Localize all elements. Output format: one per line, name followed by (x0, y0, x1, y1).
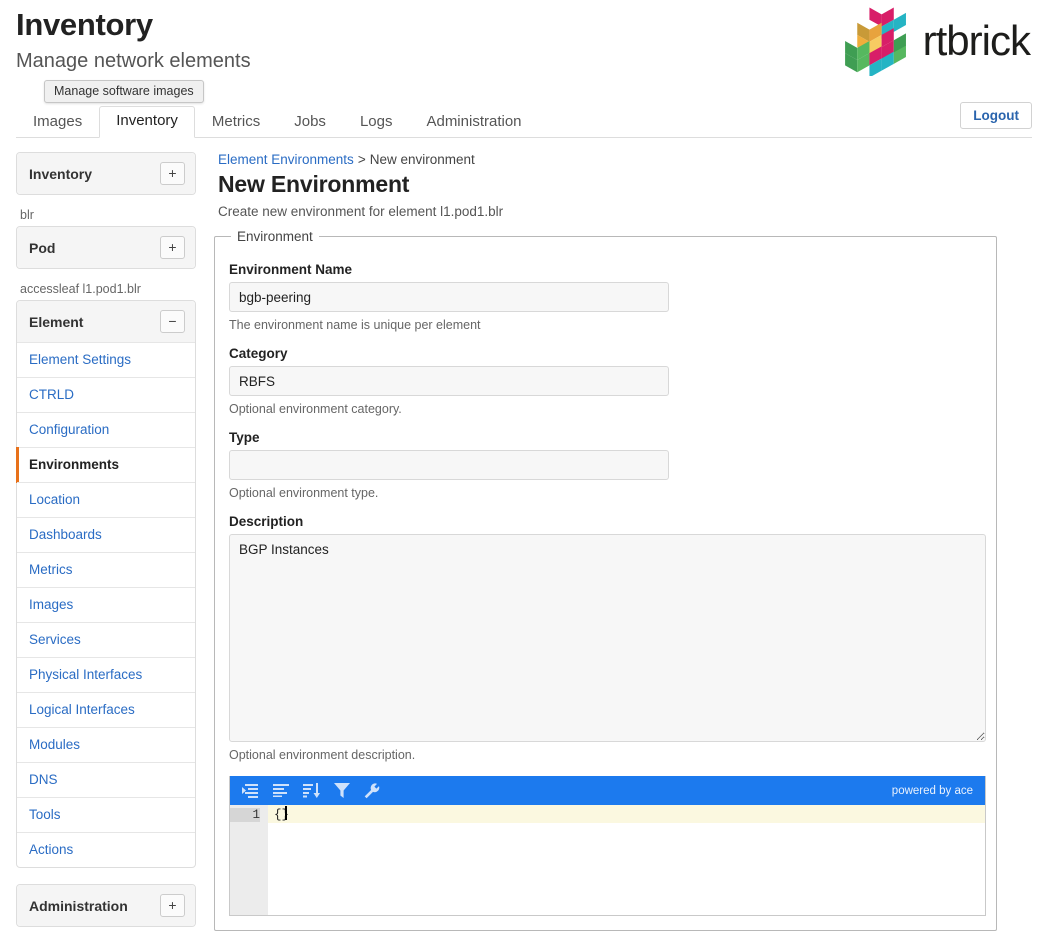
sidebar-item-images[interactable]: Images (17, 587, 195, 622)
plus-icon-administration[interactable]: + (160, 894, 185, 917)
element-panel-title: Element (29, 313, 84, 330)
sidebar-item-dashboards[interactable]: Dashboards (17, 517, 195, 552)
pod-group-label: blr (20, 208, 34, 222)
main-content: Element Environments > New environment New… (214, 152, 1032, 931)
description-label: Description (229, 514, 304, 529)
logout-button[interactable]: Logout (960, 102, 1032, 129)
field-category: Category Optional environment category. (229, 346, 982, 416)
environment-fieldset-legend: Environment (237, 229, 313, 244)
ace-line-number-1: 1 (230, 808, 260, 822)
ace-line-1[interactable]: {} (268, 805, 985, 823)
inventory-panel-title: Inventory (29, 165, 93, 182)
brand-logo: rtbrick (835, 6, 1031, 76)
sidebar-item-configuration[interactable]: Configuration (17, 412, 195, 447)
sidebar-item-services[interactable]: Services (17, 622, 195, 657)
ace-toolbar: powered by ace (230, 776, 985, 805)
align-left-icon[interactable] (273, 784, 289, 797)
images-tab-tooltip: Manage software images (44, 80, 204, 103)
ace-code-area[interactable]: {} (268, 805, 985, 915)
description-textarea[interactable] (229, 534, 986, 742)
environment-name-input[interactable] (229, 282, 669, 312)
sidebar-panel-pod: Pod + (16, 226, 196, 269)
sidebar-panel-administration: Administration + (16, 884, 196, 927)
plus-icon-inventory[interactable]: + (160, 162, 185, 185)
category-hint: Optional environment category. (229, 402, 402, 416)
wrench-icon[interactable] (364, 782, 380, 799)
type-hint: Optional environment type. (229, 486, 379, 500)
ace-body[interactable]: 1 {} (230, 805, 985, 915)
breadcrumb-link-element-environments[interactable]: Element Environments (218, 152, 354, 167)
category-input[interactable] (229, 366, 669, 396)
sidebar-item-logical-interfaces[interactable]: Logical Interfaces (17, 692, 195, 727)
pod-panel-title: Pod (29, 239, 56, 256)
sidebar-item-physical-interfaces[interactable]: Physical Interfaces (17, 657, 195, 692)
sidebar-item-metrics[interactable]: Metrics (17, 552, 195, 587)
sidebar-item-ctrld[interactable]: CTRLD (17, 377, 195, 412)
ace-powered-by-label: powered by ace (891, 784, 973, 797)
category-label: Category (229, 346, 288, 361)
environment-name-hint: The environment name is unique per eleme… (229, 318, 481, 332)
sidebar: Inventory + blr Pod + accessleaf l1.pod1… (16, 152, 196, 931)
sidebar-item-modules[interactable]: Modules (17, 727, 195, 762)
sidebar-item-tools[interactable]: Tools (17, 797, 195, 832)
sidebar-item-element-settings[interactable]: Element Settings (17, 342, 195, 377)
tab-logs[interactable]: Logs (343, 107, 410, 138)
rtbrick-logo-icon (844, 7, 906, 76)
administration-panel-title: Administration (29, 897, 128, 914)
indent-icon[interactable] (242, 783, 259, 798)
field-type: Type Optional environment type. (229, 430, 982, 500)
tab-administration[interactable]: Administration (409, 107, 538, 138)
content-title: New Environment (218, 171, 410, 197)
environment-name-label: Environment Name (229, 262, 353, 277)
page-root: Inventory Manage network elements rtbric… (0, 0, 1048, 949)
minus-icon-element[interactable]: − (160, 310, 185, 333)
tab-images[interactable]: Images (16, 107, 99, 138)
breadcrumb-current: New environment (369, 152, 475, 167)
sidebar-item-location[interactable]: Location (17, 482, 195, 517)
field-description: Description Optional environment descrip… (229, 514, 986, 762)
tab-inventory[interactable]: Inventory (99, 106, 195, 138)
tab-jobs[interactable]: Jobs (277, 107, 343, 138)
ace-gutter: 1 (230, 805, 268, 915)
element-group-label: accessleaf l1.pod1.blr (20, 282, 141, 296)
filter-icon[interactable] (334, 783, 350, 798)
field-environment-name: Environment Name The environment name is… (229, 262, 982, 332)
sidebar-item-dns[interactable]: DNS (17, 762, 195, 797)
element-panel-header[interactable]: Element − (17, 301, 195, 342)
type-label: Type (229, 430, 260, 445)
inventory-panel-header[interactable]: Inventory + (17, 153, 195, 194)
brand-wordmark: rtbrick (922, 17, 1031, 64)
breadcrumb-separator: > (357, 152, 366, 167)
environment-fieldset: Environment Environment Name The environ… (214, 229, 997, 931)
content-description: Create new environment for element l1.po… (218, 204, 504, 219)
tab-metrics[interactable]: Metrics (195, 107, 277, 138)
sort-descending-icon[interactable] (303, 783, 320, 798)
sidebar-item-actions[interactable]: Actions (17, 832, 195, 867)
sidebar-item-environments[interactable]: Environments (16, 447, 195, 483)
description-hint: Optional environment description. (229, 748, 416, 762)
administration-panel-header[interactable]: Administration + (17, 885, 195, 926)
page-body: Inventory + blr Pod + accessleaf l1.pod1… (0, 138, 1048, 931)
ace-toolbar-icons (242, 782, 380, 799)
sidebar-panel-element: Element − Element Settings CTRLD Configu… (16, 300, 196, 868)
plus-icon-pod[interactable]: + (160, 236, 185, 259)
type-input[interactable] (229, 450, 669, 480)
sidebar-panel-inventory: Inventory + (16, 152, 196, 195)
main-tabbar: Images Inventory Metrics Jobs Logs Admin… (16, 102, 1032, 138)
breadcrumb: Element Environments > New environment (218, 152, 1032, 167)
pod-panel-header[interactable]: Pod + (17, 227, 195, 268)
text-cursor (285, 806, 288, 820)
ace-editor: powered by ace 1 {} (229, 776, 986, 916)
